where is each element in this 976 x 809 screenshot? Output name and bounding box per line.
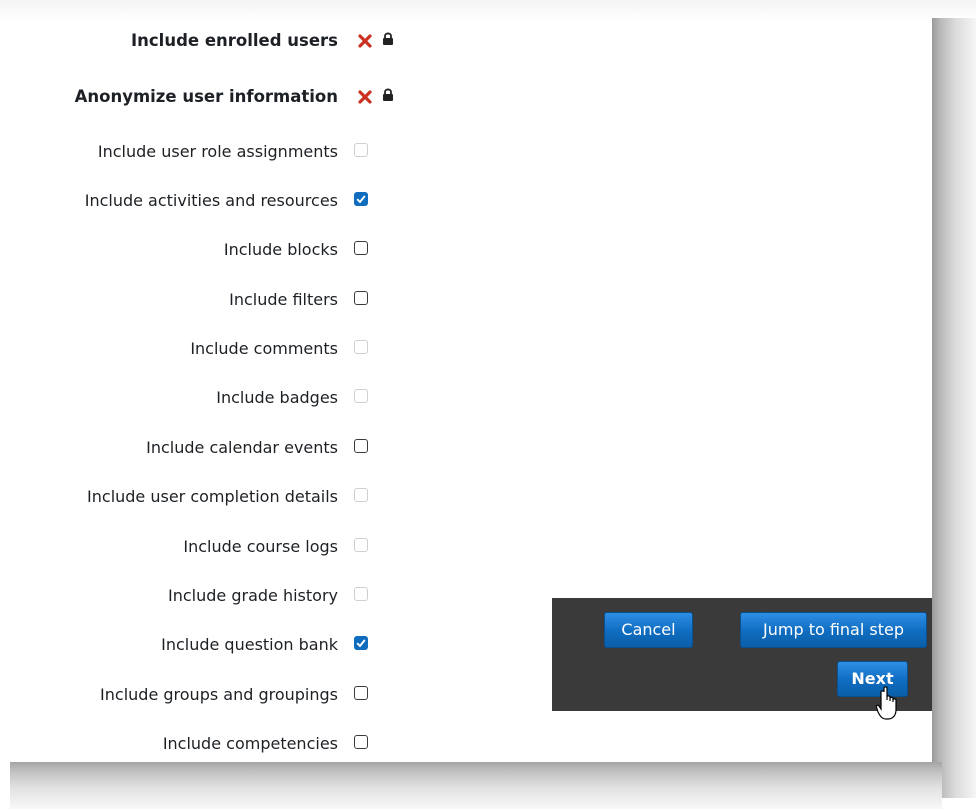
setting-checkbox[interactable]: [354, 686, 368, 700]
checkmark-icon: [356, 639, 366, 648]
setting-label: Include groups and groupings: [100, 685, 338, 704]
setting-row: Include question bank: [8, 626, 408, 666]
cross-icon: [358, 34, 372, 48]
setting-row: Include calendar events: [8, 429, 408, 469]
lock-icon: [383, 32, 393, 45]
setting-label: Include calendar events: [146, 438, 338, 457]
cross-icon: [358, 90, 372, 104]
setting-checkbox: [354, 488, 368, 502]
setting-checkbox: [354, 587, 368, 601]
setting-row: Include groups and groupings: [8, 676, 408, 716]
setting-checkbox: [354, 538, 368, 552]
setting-row: Include badges: [8, 379, 408, 419]
setting-label: Include comments: [190, 339, 338, 358]
drop-shadow-right: [932, 18, 976, 798]
setting-label: Include filters: [229, 290, 338, 309]
setting-row: Include enrolled users: [8, 22, 408, 62]
setting-checkbox[interactable]: [354, 291, 368, 305]
checkmark-icon: [356, 195, 366, 204]
lock-icon: [383, 88, 393, 101]
setting-checkbox[interactable]: [354, 735, 368, 749]
setting-row: Include blocks: [8, 231, 408, 271]
setting-label: Include grade history: [168, 586, 338, 605]
setting-checkbox: [354, 143, 368, 157]
setting-label: Include activities and resources: [84, 191, 338, 210]
setting-row: Include grade history: [8, 577, 408, 617]
setting-row: Include user completion details: [8, 478, 408, 518]
drop-shadow-bottom: [10, 762, 942, 809]
setting-checkbox[interactable]: [354, 439, 368, 453]
setting-label: Include user role assignments: [97, 142, 338, 161]
setting-label: Include question bank: [161, 635, 338, 654]
sticky-footer-toolbar: Cancel Jump to final step Next: [552, 598, 932, 711]
setting-checkbox[interactable]: [354, 241, 368, 255]
setting-row: Include filters: [8, 281, 408, 321]
setting-label: Include blocks: [223, 240, 338, 259]
hand-pointer-icon: [876, 686, 897, 720]
setting-checkbox: [354, 340, 368, 354]
setting-label: Include enrolled users: [131, 31, 338, 50]
setting-row: Include user role assignments: [8, 133, 408, 173]
setting-label: Include course logs: [183, 537, 338, 556]
setting-checkbox[interactable]: [354, 192, 368, 206]
setting-label: Include badges: [216, 388, 338, 407]
setting-label: Include competencies: [162, 734, 338, 753]
setting-row: Anonymize user information: [8, 78, 408, 118]
setting-label: Include user completion details: [87, 487, 338, 506]
cancel-button[interactable]: Cancel: [604, 612, 693, 648]
setting-checkbox: [354, 389, 368, 403]
setting-checkbox[interactable]: [354, 636, 368, 650]
jump-to-final-step-button[interactable]: Jump to final step: [740, 612, 927, 648]
setting-row: Include activities and resources: [8, 182, 408, 222]
setting-row: Include course logs: [8, 528, 408, 568]
setting-row: Include comments: [8, 330, 408, 370]
setting-row: Include competencies: [8, 725, 408, 765]
setting-label: Anonymize user information: [74, 87, 338, 106]
